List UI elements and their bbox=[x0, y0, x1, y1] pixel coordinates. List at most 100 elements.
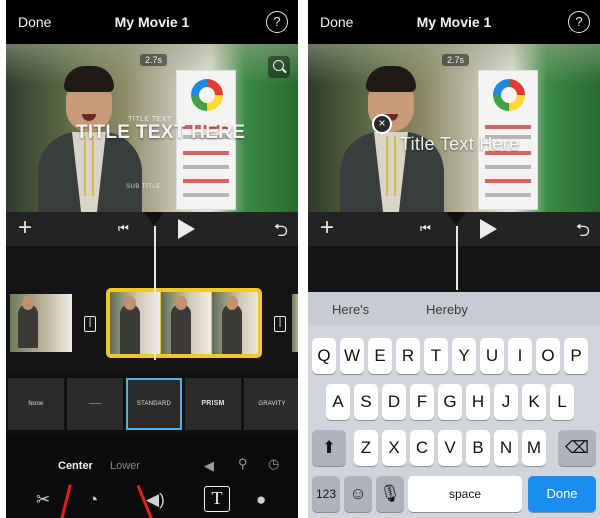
lanyard bbox=[386, 136, 396, 196]
banner-logo bbox=[191, 79, 223, 111]
timeline-clip[interactable] bbox=[292, 294, 298, 352]
clip-frame bbox=[161, 292, 211, 354]
clip-thumbnail-person bbox=[222, 296, 242, 354]
title-overlay-text[interactable]: Title Text Here bbox=[400, 134, 520, 155]
playhead-marker bbox=[446, 212, 466, 226]
selected-clip[interactable] bbox=[106, 288, 262, 358]
style-prism[interactable]: PRISM bbox=[185, 378, 241, 430]
playhead-line bbox=[154, 226, 156, 360]
numbers-key[interactable]: 123 bbox=[312, 476, 340, 512]
key-t[interactable]: T bbox=[424, 338, 448, 374]
key-f[interactable]: F bbox=[410, 384, 434, 420]
key-s[interactable]: S bbox=[354, 384, 378, 420]
help-icon[interactable]: ? bbox=[568, 11, 590, 33]
clip-frame bbox=[110, 292, 160, 354]
style-blank[interactable]: —— bbox=[67, 378, 123, 430]
space-key[interactable]: space bbox=[408, 476, 522, 512]
mute-icon[interactable]: ◀︎ bbox=[204, 458, 214, 474]
shift-key[interactable]: ⬆ bbox=[312, 430, 346, 466]
key-v[interactable]: V bbox=[438, 430, 462, 466]
banner-line bbox=[183, 193, 229, 197]
key-i[interactable]: I bbox=[508, 338, 532, 374]
playhead-line bbox=[456, 226, 458, 290]
play-icon[interactable] bbox=[178, 219, 195, 239]
volume-icon[interactable]: ◀) bbox=[146, 490, 165, 510]
key-o[interactable]: O bbox=[536, 338, 560, 374]
style-none[interactable]: None bbox=[8, 378, 64, 430]
speed-icon[interactable]: ◔ bbox=[88, 490, 98, 510]
skip-back-icon[interactable]: ⏮ bbox=[420, 221, 431, 236]
scissors-icon[interactable]: ✂ bbox=[36, 490, 50, 510]
key-x[interactable]: X bbox=[382, 430, 406, 466]
project-title: My Movie 1 bbox=[114, 14, 190, 30]
timeline[interactable]: | | bbox=[6, 246, 298, 372]
position-lower-option[interactable]: Lower bbox=[110, 460, 140, 472]
emoji-icon[interactable]: ☺ bbox=[344, 476, 372, 512]
left-screen: Done My Movie 1 ? TITLE TEXT TITLE TEXT … bbox=[6, 0, 298, 518]
nav-bar: Done My Movie 1 ? bbox=[6, 0, 298, 44]
title-overlay-text[interactable]: TITLE TEXT HERE bbox=[76, 122, 245, 144]
title-icon[interactable]: T bbox=[204, 486, 230, 512]
suggestion-item[interactable]: Here's bbox=[332, 302, 369, 317]
undo-icon[interactable]: ⮌ bbox=[576, 218, 590, 248]
key-h[interactable]: H bbox=[466, 384, 490, 420]
banner-line bbox=[183, 179, 229, 183]
skip-back-icon[interactable]: ⏮ bbox=[118, 221, 129, 236]
timeline bbox=[308, 246, 600, 292]
timeline-clip[interactable] bbox=[10, 294, 72, 352]
subtitle-overlay-text: SUB TITLE bbox=[126, 184, 161, 190]
clip-thumbnail-person bbox=[120, 296, 140, 354]
key-p[interactable]: P bbox=[564, 338, 588, 374]
microphone-icon[interactable]: 🎙 bbox=[376, 476, 404, 512]
key-e[interactable]: E bbox=[368, 338, 392, 374]
key-m[interactable]: M bbox=[522, 430, 546, 466]
help-icon[interactable]: ? bbox=[266, 11, 288, 33]
add-media-button[interactable]: + bbox=[18, 216, 32, 240]
key-y[interactable]: Y bbox=[452, 338, 476, 374]
key-q[interactable]: Q bbox=[312, 338, 336, 374]
suggestion-item[interactable]: Hereby bbox=[426, 302, 468, 317]
title-style-picker: None —— STANDARD PRISM GRAVITY bbox=[6, 372, 298, 434]
key-u[interactable]: U bbox=[480, 338, 504, 374]
keyboard-done-key[interactable]: Done bbox=[528, 476, 596, 512]
key-a[interactable]: A bbox=[326, 384, 350, 420]
transition-icon[interactable]: | bbox=[84, 316, 96, 332]
key-c[interactable]: C bbox=[410, 430, 434, 466]
key-b[interactable]: B bbox=[466, 430, 490, 466]
key-j[interactable]: J bbox=[494, 384, 518, 420]
position-center-option[interactable]: Center bbox=[58, 460, 93, 472]
play-icon[interactable] bbox=[480, 219, 497, 239]
right-screen: Done My Movie 1 ? Title Text Here 2.7s ×… bbox=[308, 0, 600, 518]
key-z[interactable]: Z bbox=[354, 430, 378, 466]
playhead-marker bbox=[144, 212, 164, 226]
banner-line bbox=[485, 179, 531, 183]
transition-icon[interactable]: | bbox=[274, 316, 286, 332]
zoom-icon[interactable] bbox=[268, 56, 290, 78]
video-preview[interactable]: Title Text Here bbox=[308, 44, 600, 212]
on-screen-keyboard: Q W E R T Y U I O P A S D F G H J K L ⬆ … bbox=[308, 326, 600, 518]
bottom-toolbar: Center Lower ◀︎ ⚲ ◷ ✂ ◔ ◀) T ● bbox=[6, 434, 298, 518]
key-r[interactable]: R bbox=[396, 338, 420, 374]
filter-icon[interactable]: ● bbox=[256, 490, 266, 510]
key-k[interactable]: K bbox=[522, 384, 546, 420]
style-gravity[interactable]: GRAVITY bbox=[244, 378, 298, 430]
key-g[interactable]: G bbox=[438, 384, 462, 420]
nav-bar: Done My Movie 1 ? bbox=[308, 0, 600, 44]
banner-line bbox=[183, 165, 229, 169]
clock-icon[interactable]: ◷ bbox=[268, 456, 279, 472]
key-n[interactable]: N bbox=[494, 430, 518, 466]
undo-icon[interactable]: ⮌ bbox=[274, 218, 288, 248]
key-d[interactable]: D bbox=[382, 384, 406, 420]
project-title: My Movie 1 bbox=[416, 14, 492, 30]
key-w[interactable]: W bbox=[340, 338, 364, 374]
style-standard[interactable]: STANDARD bbox=[126, 378, 182, 430]
banner-logo bbox=[493, 79, 525, 111]
backspace-key[interactable]: ⌫ bbox=[558, 430, 596, 466]
predictive-bar: Here's Hereby bbox=[308, 292, 600, 326]
close-icon[interactable]: × bbox=[372, 114, 392, 134]
video-preview[interactable]: TITLE TEXT TITLE TEXT HERE SUB TITLE bbox=[6, 44, 298, 212]
banner-line bbox=[485, 125, 531, 129]
add-media-button[interactable]: + bbox=[320, 216, 334, 240]
location-icon[interactable]: ⚲ bbox=[238, 456, 248, 472]
key-l[interactable]: L bbox=[550, 384, 574, 420]
